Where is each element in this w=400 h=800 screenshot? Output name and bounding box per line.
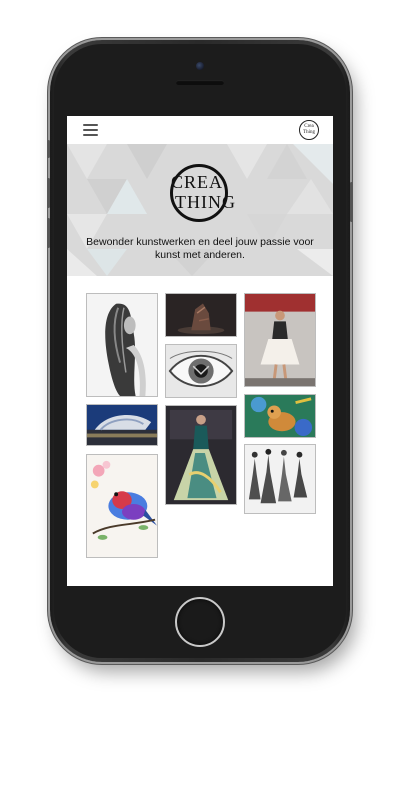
artwork-gallery xyxy=(67,276,333,586)
tagline: Bewonder kunstwerken en deel jouw passie… xyxy=(86,236,314,261)
artwork-architecture[interactable] xyxy=(86,404,158,446)
logo-line2: THING xyxy=(175,192,236,212)
app-screen: Crea Thing CREA THING Bewonder kunstwerk… xyxy=(67,116,333,586)
artwork-ink-figures[interactable] xyxy=(244,444,316,514)
hamburger-icon[interactable] xyxy=(83,124,98,136)
volume-down-button xyxy=(47,218,50,248)
artwork-fashion-gown[interactable] xyxy=(165,405,237,505)
volume-up-button xyxy=(47,178,50,208)
artwork-dog-painting[interactable] xyxy=(244,394,316,438)
power-button xyxy=(350,182,353,222)
earpiece-speaker xyxy=(176,80,224,85)
header-logo-line2: Thing xyxy=(303,130,315,135)
artwork-runway-dress[interactable] xyxy=(244,293,316,387)
artwork-watercolor-bird[interactable] xyxy=(86,454,158,558)
header-logo[interactable]: Crea Thing xyxy=(299,120,319,140)
artwork-dark-sculpture[interactable] xyxy=(165,293,237,337)
logo-line1: CREA xyxy=(171,172,224,192)
mute-switch xyxy=(47,140,50,158)
hero-banner: CREA THING Bewonder kunstwerken en deel … xyxy=(67,144,333,276)
front-camera xyxy=(196,62,204,70)
top-bar: Crea Thing xyxy=(67,116,333,144)
artwork-eye-drawing[interactable] xyxy=(165,344,237,398)
home-button[interactable] xyxy=(175,597,225,647)
artwork-pencil-portrait[interactable] xyxy=(86,293,158,397)
